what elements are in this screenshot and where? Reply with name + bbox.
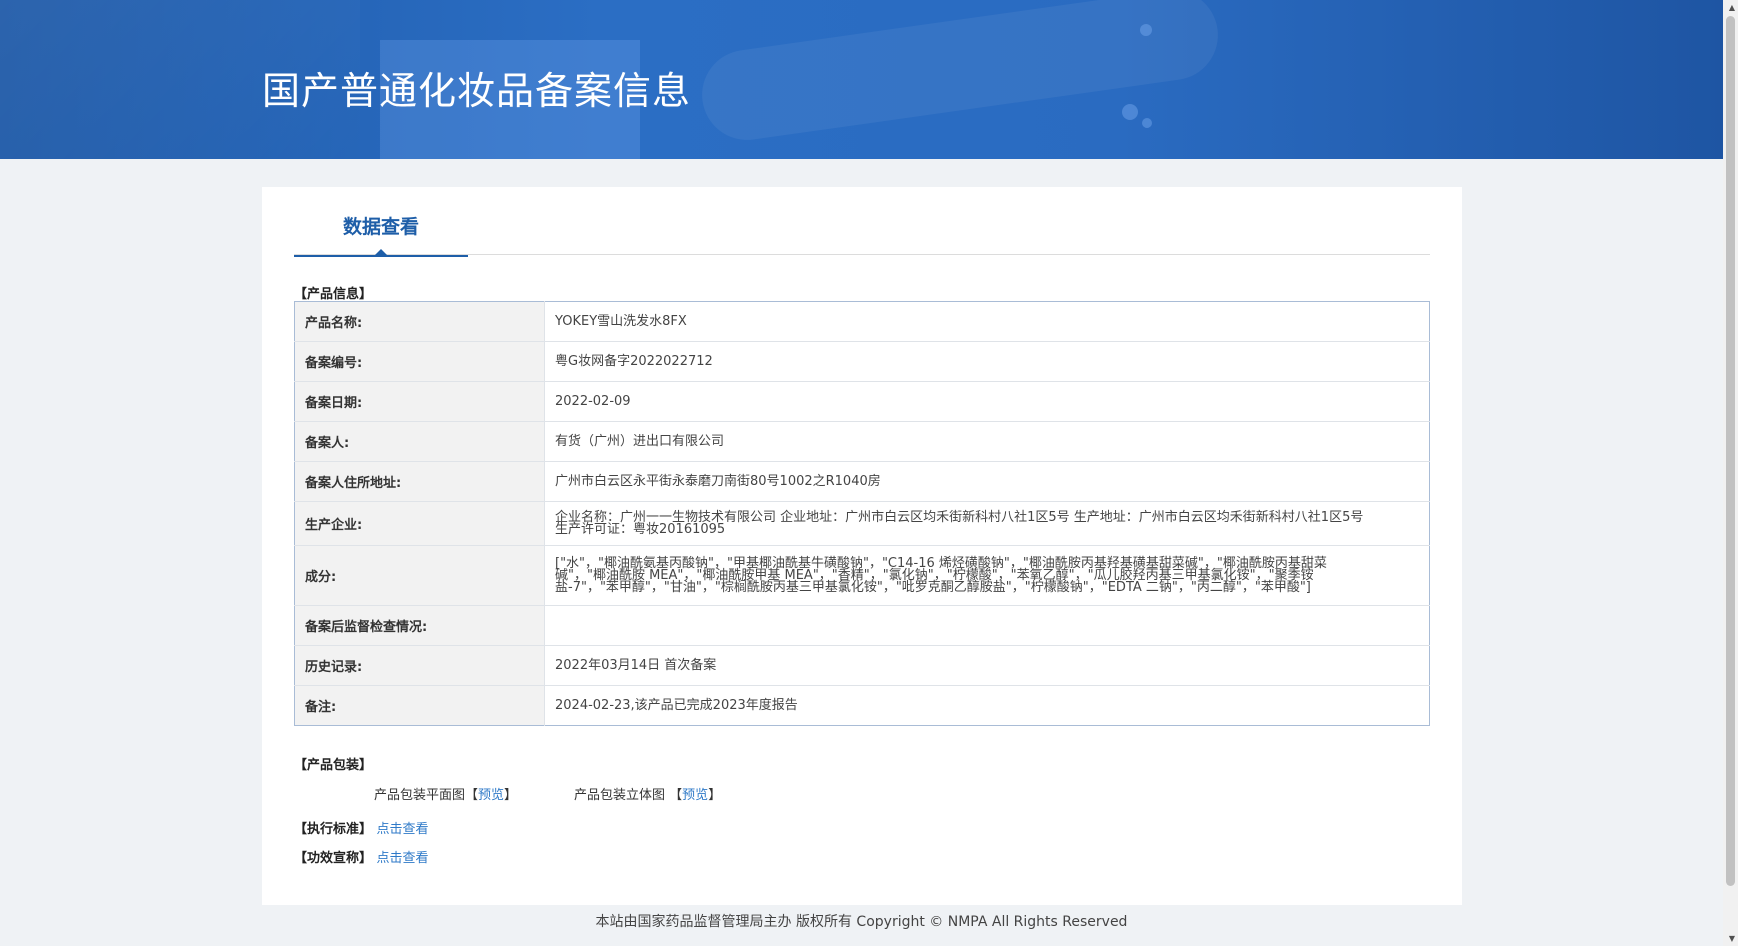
- efficacy-title: 【功效宣称】: [294, 851, 373, 866]
- bracket-close: 】: [504, 788, 518, 803]
- row-value: YOKEY雪山洗发水8FX: [544, 301, 1430, 342]
- row-label: 备案人:: [294, 421, 545, 462]
- row-label: 备注:: [294, 685, 545, 726]
- package-3d-preview-link[interactable]: 预览: [682, 788, 708, 803]
- row-label: 产品名称:: [294, 301, 545, 342]
- row-label: 备案后监督检查情况:: [294, 605, 545, 646]
- row-value: 2024-02-23,该产品已完成2023年度报告: [555, 697, 798, 713]
- content-panel: 数据查看 【产品信息】 产品名称: YOKEY雪山洗发水8FX 备案编号: 粤G…: [262, 187, 1462, 905]
- scroll-down-arrow-icon[interactable]: ▼: [1729, 934, 1735, 943]
- row-label: 备案编号:: [294, 341, 545, 382]
- footer-copyright: 本站由国家药品监督管理局主办 版权所有 Copyright © NMPA All…: [595, 914, 1128, 930]
- row-value: 2022年03月14日 首次备案: [544, 645, 1430, 686]
- table-row: 成分: ["水"，"椰油酰氨基丙酸钠"，"甲基椰油酰基牛磺酸钠"，"C14-16…: [294, 545, 1430, 606]
- row-label: 备案人住所地址:: [294, 461, 545, 502]
- tab-label: 数据查看: [342, 216, 419, 238]
- table-row: 备案人住所地址: 广州市白云区永平街永泰磨刀南街80号1002之R1040房: [294, 461, 1430, 502]
- table-row: 备案编号: 粤G妆网备字2022022712: [294, 341, 1430, 382]
- package-3d-item: 产品包装立体图 【预览】: [574, 784, 721, 803]
- bracket-open: 【: [669, 788, 683, 803]
- vertical-scrollbar[interactable]: ▲ ▼: [1723, 0, 1738, 946]
- row-label: 历史记录:: [294, 645, 545, 686]
- row-value: 粤G妆网备字2022022712: [544, 341, 1430, 382]
- row-label: 生产企业:: [294, 501, 545, 546]
- row-value: [544, 605, 1430, 646]
- table-row: 备案人: 有货（广州）进出口有限公司: [294, 421, 1430, 462]
- product-info-heading: 【产品信息】: [294, 287, 373, 302]
- package-flat-preview-link[interactable]: 预览: [478, 788, 504, 803]
- standard-title: 【执行标准】: [294, 822, 373, 837]
- table-row: 生产企业: 企业名称：广州一一生物技术有限公司 企业地址：广州市白云区均禾街新科…: [294, 501, 1430, 546]
- package-flat-label: 产品包装平面图: [374, 788, 466, 803]
- bracket-open: 【: [465, 788, 479, 803]
- tab-data-view[interactable]: 数据查看: [294, 213, 468, 257]
- header-banner: 国产普通化妆品备案信息: [0, 0, 1723, 159]
- row-label: 备案日期:: [294, 381, 545, 422]
- row-value: 2022-02-09: [544, 381, 1430, 422]
- standard-heading: 【执行标准】 点击查看: [294, 818, 429, 837]
- scroll-up-arrow-icon[interactable]: ▲: [1729, 3, 1735, 12]
- table-row: 产品名称: YOKEY雪山洗发水8FX: [294, 301, 1430, 342]
- banner-dot: [1140, 24, 1152, 36]
- tab-active-caret-icon: [375, 249, 387, 255]
- efficacy-heading: 【功效宣称】 点击查看: [294, 847, 429, 866]
- scrollbar-thumb[interactable]: [1726, 16, 1735, 886]
- row-value: ["水"，"椰油酰氨基丙酸钠"，"甲基椰油酰基牛磺酸钠"，"C14-16 烯烃磺…: [544, 545, 1430, 606]
- bracket-close: 】: [708, 788, 722, 803]
- table-row: 备案日期: 2022-02-09: [294, 381, 1430, 422]
- row-value: 有货（广州）进出口有限公司: [544, 421, 1430, 462]
- banner-dot: [1142, 118, 1152, 128]
- packaging-heading: 【产品包装】: [294, 758, 373, 773]
- standard-view-link[interactable]: 点击查看: [377, 822, 429, 837]
- package-flat-item: 产品包装平面图【预览】: [374, 784, 517, 803]
- package-3d-label: 产品包装立体图: [574, 788, 666, 803]
- row-value: 广州市白云区永平街永泰磨刀南街80号1002之R1040房: [544, 461, 1430, 502]
- table-row: 备案后监督检查情况:: [294, 605, 1430, 646]
- row-value: 企业名称：广州一一生物技术有限公司 企业地址：广州市白云区均禾街新科村八社1区5…: [544, 501, 1430, 546]
- page-title: 国产普通化妆品备案信息: [262, 69, 692, 113]
- row-label: 成分:: [294, 545, 545, 606]
- table-row: 历史记录: 2022年03月14日 首次备案: [294, 645, 1430, 686]
- efficacy-view-link[interactable]: 点击查看: [377, 851, 429, 866]
- banner-dot: [1122, 104, 1138, 120]
- product-info-table: 产品名称: YOKEY雪山洗发水8FX 备案编号: 粤G妆网备字20220227…: [294, 301, 1430, 726]
- table-row: 备注: 2024-02-23,该产品已完成2023年度报告: [294, 685, 1430, 726]
